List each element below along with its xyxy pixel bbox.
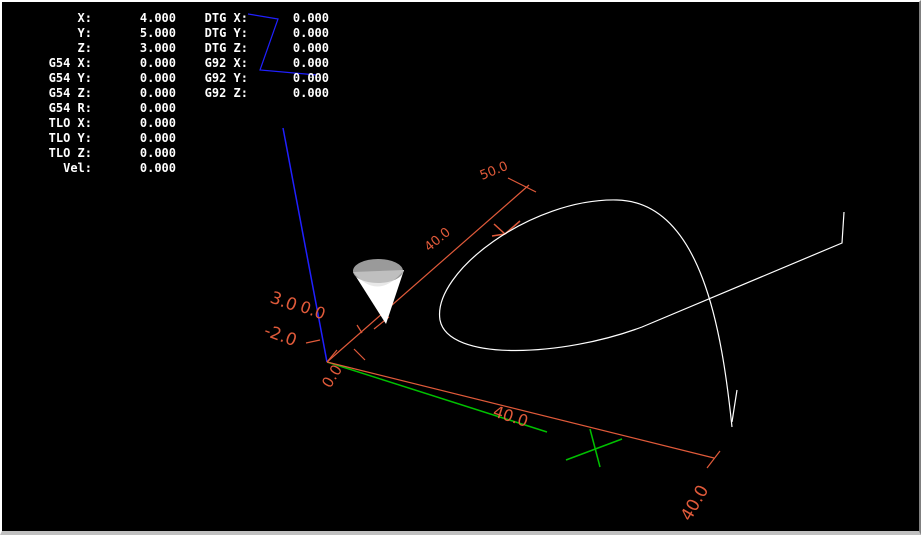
cone-icon — [353, 259, 404, 324]
toolpath-tail — [731, 389, 738, 423]
extent-y-max-label: 50.0 — [478, 159, 510, 184]
x-axis-glyph — [565, 428, 623, 468]
extent-x-mid-label: 40.0 — [491, 402, 531, 431]
extent-x-max-label: 40.0 — [677, 482, 713, 525]
extent-z-top-label: 3.0 — [267, 288, 299, 316]
extent-z-overlap-label: 0.0 — [298, 297, 328, 324]
z-axis-line — [282, 127, 328, 363]
extent-z-bottom-label: -2.0 — [261, 321, 299, 351]
rapid-path — [247, 13, 318, 76]
preview-canvas[interactable]: 50.0 40.0 3.0 0.0 -2.0 0.0 40.0 40.0 Y — [2, 2, 919, 531]
preview-3d-view[interactable]: 50.0 40.0 3.0 0.0 -2.0 0.0 40.0 40.0 Y X… — [0, 0, 921, 535]
extent-y-mid-label: 40.0 — [422, 225, 454, 255]
